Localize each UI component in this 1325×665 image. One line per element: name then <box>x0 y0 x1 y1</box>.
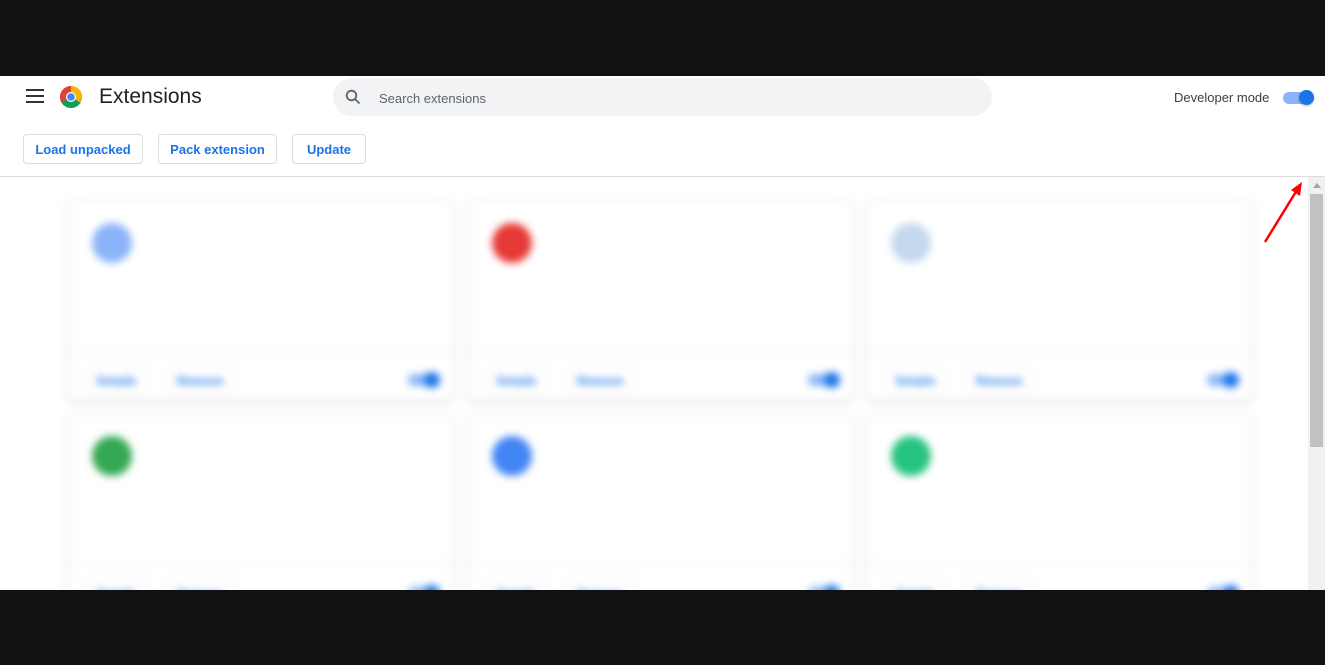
extension-enable-toggle[interactable] <box>1207 585 1239 590</box>
details-button[interactable]: Details <box>486 366 548 396</box>
remove-button[interactable]: Remove <box>965 366 1034 396</box>
extension-card: Details Remove <box>68 414 453 590</box>
extension-enable-toggle[interactable] <box>808 585 840 590</box>
extension-card: Details Remove <box>468 414 853 590</box>
remove-button[interactable]: Remove <box>566 579 635 590</box>
extension-icon <box>92 436 132 476</box>
search-icon <box>345 89 361 105</box>
extension-icon <box>492 436 532 476</box>
extension-icon <box>891 223 931 263</box>
search-bar[interactable] <box>333 78 992 116</box>
details-button[interactable]: Details <box>86 579 148 590</box>
remove-button[interactable]: Remove <box>166 579 235 590</box>
extension-icon <box>891 436 931 476</box>
extensions-page: Extensions Developer mode Load unpacked … <box>0 76 1325 590</box>
extension-card: Details Remove <box>867 414 1252 590</box>
extension-card-footer: Details Remove <box>468 351 853 402</box>
details-button[interactable]: Details <box>885 579 947 590</box>
extensions-list: DetailsRemoveDetailsRemoveDetailsRemoveD… <box>0 177 1308 590</box>
extension-card-footer: Details Remove <box>867 351 1252 402</box>
developer-mode-toggle[interactable] <box>1283 90 1315 105</box>
extension-card-footer: Details Remove <box>867 564 1252 590</box>
update-button[interactable]: Update <box>292 134 366 164</box>
pack-extension-button[interactable]: Pack extension <box>158 134 277 164</box>
extension-enable-toggle[interactable] <box>408 585 440 590</box>
load-unpacked-button[interactable]: Load unpacked <box>23 134 143 164</box>
extension-card: Details Remove <box>68 201 453 401</box>
menu-icon[interactable] <box>26 89 44 104</box>
chrome-logo-icon <box>60 86 82 108</box>
extension-icon <box>92 223 132 263</box>
search-input[interactable] <box>377 86 961 110</box>
extension-card-footer: Details Remove <box>468 564 853 590</box>
details-button[interactable]: Details <box>885 366 947 396</box>
page-title: Extensions <box>99 85 202 108</box>
extension-card: Details Remove <box>867 201 1252 401</box>
remove-button[interactable]: Remove <box>965 579 1034 590</box>
extension-enable-toggle[interactable] <box>408 372 440 388</box>
developer-mode-label: Developer mode <box>1174 90 1270 105</box>
remove-button[interactable]: Remove <box>566 366 635 396</box>
extension-card-footer: Details Remove <box>68 351 453 402</box>
extension-card: Details Remove <box>468 201 853 401</box>
red-arrow-annotation <box>1263 182 1302 243</box>
extension-card-footer: Details Remove <box>68 564 453 590</box>
header: Extensions Developer mode <box>0 76 1325 118</box>
extension-enable-toggle[interactable] <box>808 372 840 388</box>
extension-enable-toggle[interactable] <box>1207 372 1239 388</box>
extension-icon <box>492 223 532 263</box>
details-button[interactable]: Details <box>486 579 548 590</box>
details-button[interactable]: Details <box>86 366 148 396</box>
remove-button[interactable]: Remove <box>166 366 235 396</box>
